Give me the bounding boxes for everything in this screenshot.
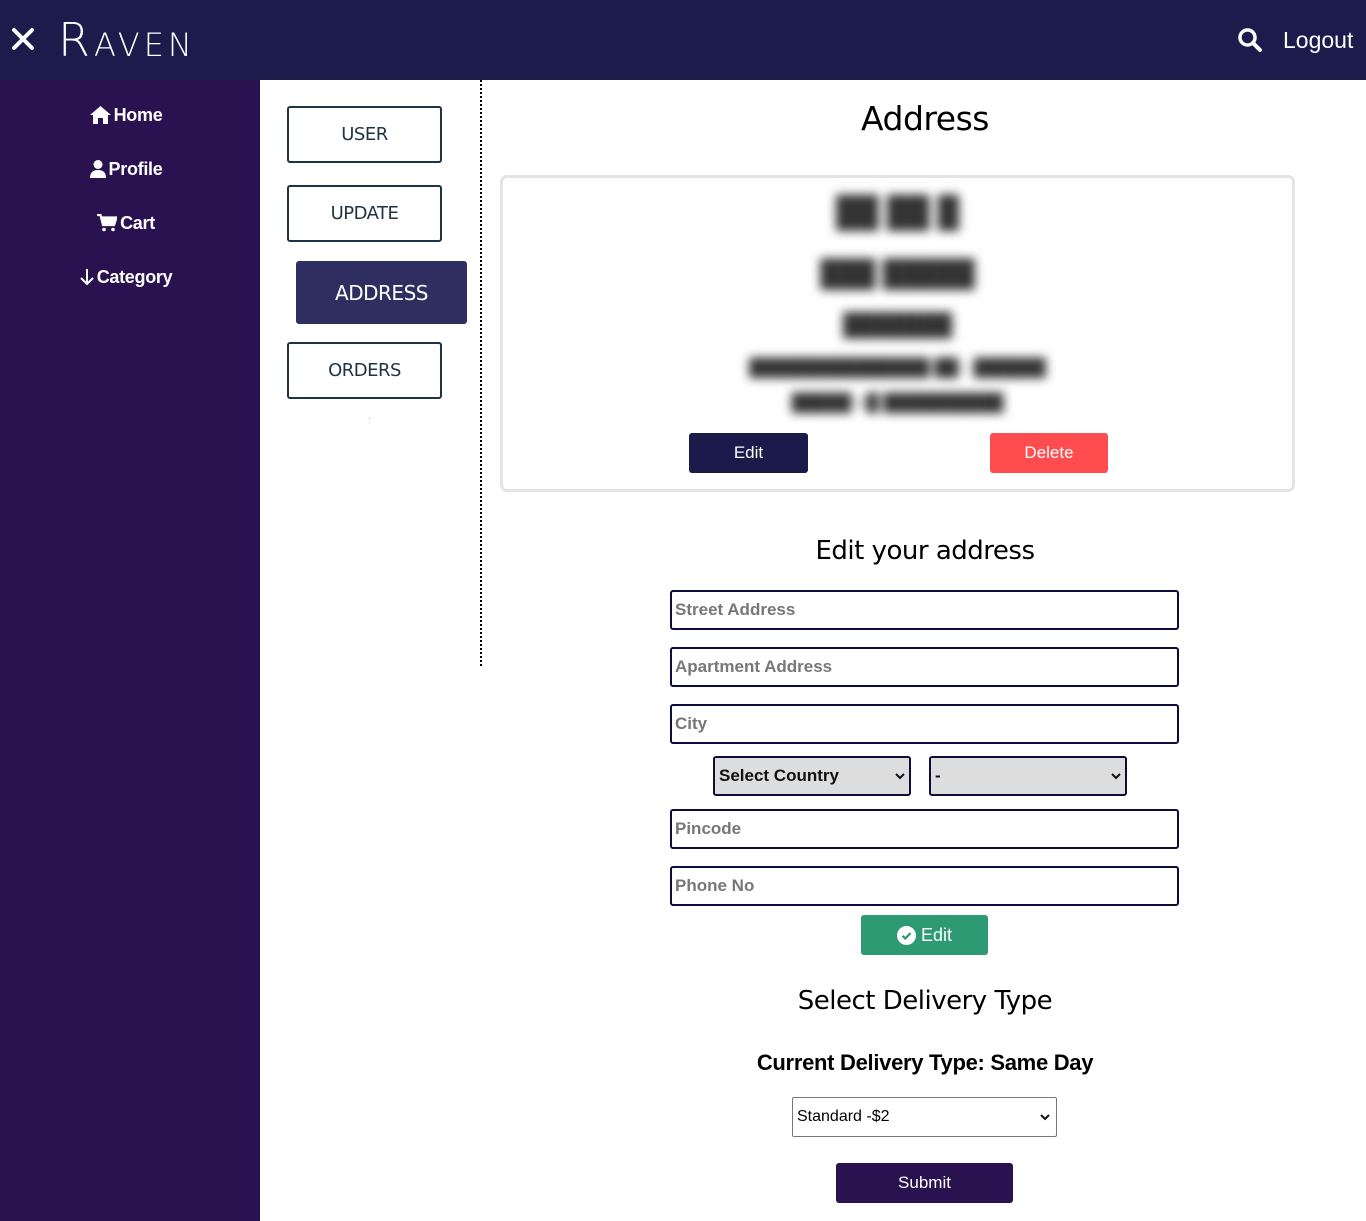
street-address-input[interactable]: [670, 590, 1179, 630]
address-line: ███ █████: [820, 258, 975, 288]
delivery-type-value: Standard -$2: [797, 1108, 890, 1125]
address-line: ██ ██ █: [836, 196, 959, 229]
search-icon: [1238, 28, 1262, 52]
delivery-type-select[interactable]: Standard -$2: [792, 1097, 1057, 1137]
chevron-down-icon: [895, 772, 905, 779]
arrow-down-icon: [79, 269, 94, 286]
close-icon: [12, 28, 34, 50]
address-line: ███████: [842, 312, 953, 337]
phone-input[interactable]: [670, 866, 1179, 906]
sidebar-item-profile[interactable]: Profile: [0, 157, 252, 181]
tab-user[interactable]: USER: [287, 106, 442, 163]
top-navbar: Raven Logout: [0, 0, 1366, 80]
address-line: █████ +█ ██████████: [791, 393, 1004, 412]
check-circle-icon: [896, 925, 916, 945]
pincode-input[interactable]: [670, 809, 1179, 849]
submit-delivery-button[interactable]: Submit: [836, 1163, 1013, 1203]
sidebar-item-label: Profile: [108, 159, 163, 179]
city-input[interactable]: [670, 704, 1179, 744]
tab-orders[interactable]: ORDERS: [287, 342, 442, 399]
address-line: ███████████████ ██ - ██████: [749, 358, 1046, 377]
brand-logo[interactable]: Raven: [58, 12, 196, 68]
state-select[interactable]: -: [929, 756, 1127, 796]
submit-address-edit-label: Edit: [920, 924, 953, 945]
logout-link[interactable]: Logout: [1283, 26, 1353, 54]
chevron-down-icon: [1040, 1113, 1050, 1120]
delivery-title: Select Delivery Type: [797, 986, 1053, 1016]
country-select[interactable]: Select Country: [713, 756, 911, 796]
sidebar-item-cart[interactable]: Cart: [0, 211, 252, 235]
saved-address-card: ██ ██ █ ███ █████ ███████ ██████████████…: [500, 175, 1295, 492]
sidebar-item-label: Cart: [120, 213, 155, 233]
user-icon: [89, 160, 106, 178]
sidebar-item-home[interactable]: Home: [0, 103, 252, 127]
state-select-value: -: [935, 766, 941, 785]
close-menu-button[interactable]: [10, 26, 36, 52]
tab-address[interactable]: ADDRESS: [296, 261, 467, 324]
chevron-down-icon: [1111, 772, 1121, 779]
apartment-address-input[interactable]: [670, 647, 1179, 687]
tab-update[interactable]: UPDATE: [287, 185, 442, 242]
home-icon: [89, 106, 111, 124]
delete-address-button[interactable]: Delete: [990, 433, 1108, 473]
page-title: Address: [861, 99, 989, 138]
search-button[interactable]: [1237, 27, 1263, 53]
sidebar: Home Profile Cart Category: [0, 80, 260, 1221]
country-select-value: Select Country: [719, 766, 839, 785]
sidebar-item-category[interactable]: Category: [0, 265, 252, 289]
edit-form-title: Edit your address: [815, 536, 1036, 566]
dotted-divider: [480, 80, 482, 666]
sidebar-item-label: Category: [96, 267, 173, 287]
current-delivery-type: Current Delivery Type: Same Day: [756, 1050, 1094, 1075]
decorative-dot: [369, 418, 370, 419]
submit-address-edit-button[interactable]: Edit: [861, 915, 988, 955]
cart-icon: [97, 213, 119, 232]
account-tabs: USER UPDATE ADDRESS ORDERS: [260, 80, 482, 666]
edit-address-button[interactable]: Edit: [689, 433, 808, 473]
sidebar-item-label: Home: [113, 105, 163, 125]
